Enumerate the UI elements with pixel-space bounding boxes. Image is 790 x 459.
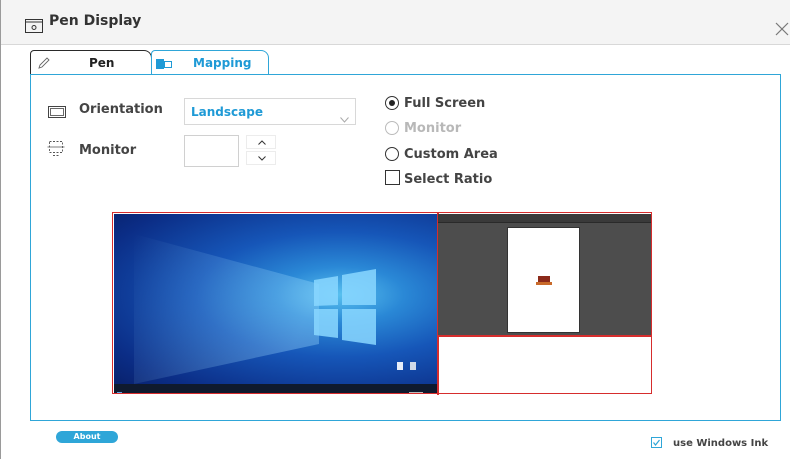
orientation-value: Landscape — [191, 105, 263, 119]
app-menubar — [438, 214, 651, 223]
tab-pen-label: Pen — [89, 56, 115, 70]
monitor-radio[interactable] — [385, 121, 399, 135]
select-ratio-checkbox[interactable] — [385, 170, 400, 185]
taskbar-icons — [117, 392, 423, 393]
orientation-icon — [48, 103, 66, 122]
chevron-down-icon — [340, 108, 349, 123]
monitor-icon — [47, 139, 65, 161]
windows-ink-label: use Windows Ink — [673, 438, 769, 449]
monitor-increment-button[interactable] — [246, 135, 276, 149]
orientation-select[interactable]: Landscape — [184, 98, 356, 125]
monitor-number-input[interactable] — [184, 135, 239, 167]
windows-ink-checkbox[interactable] — [651, 437, 662, 448]
full-screen-label: Full Screen — [404, 96, 486, 111]
select-ratio-label: Select Ratio — [404, 172, 493, 187]
pen-display-window: Pen Display Pen Mapping Orientation Land… — [0, 0, 790, 459]
window-title: Pen Display — [49, 13, 142, 29]
monitor-decrement-button[interactable] — [246, 151, 276, 165]
orientation-label: Orientation — [79, 102, 163, 117]
monitor-option-label: Monitor — [404, 121, 462, 136]
document-page — [507, 227, 580, 333]
tab-mapping-label: Mapping — [193, 56, 252, 70]
windows-logo-icon — [134, 234, 416, 384]
custom-area-label: Custom Area — [404, 147, 498, 162]
tab-mapping[interactable]: Mapping — [151, 50, 269, 76]
mapping-icon — [156, 58, 172, 69]
close-icon[interactable] — [773, 20, 790, 38]
title-bar: Pen Display — [1, 0, 790, 45]
pen-display-icon — [25, 18, 43, 33]
monitor-divider-horizontal — [438, 335, 651, 337]
chevron-down-icon — [258, 156, 266, 161]
document-graphic-icon — [536, 276, 552, 285]
taskbar — [114, 384, 437, 393]
primary-monitor-preview[interactable] — [114, 214, 437, 393]
custom-area-radio[interactable] — [385, 147, 399, 161]
monitor-label: Monitor — [79, 143, 137, 158]
check-icon — [653, 439, 660, 446]
full-screen-radio[interactable] — [385, 96, 399, 110]
tab-pen[interactable]: Pen — [30, 50, 152, 75]
about-button[interactable]: About — [56, 431, 118, 443]
secondary-monitor-preview[interactable] — [438, 214, 651, 335]
pen-icon — [37, 56, 51, 70]
mapping-preview[interactable] — [112, 212, 652, 395]
chevron-up-icon — [258, 140, 266, 145]
